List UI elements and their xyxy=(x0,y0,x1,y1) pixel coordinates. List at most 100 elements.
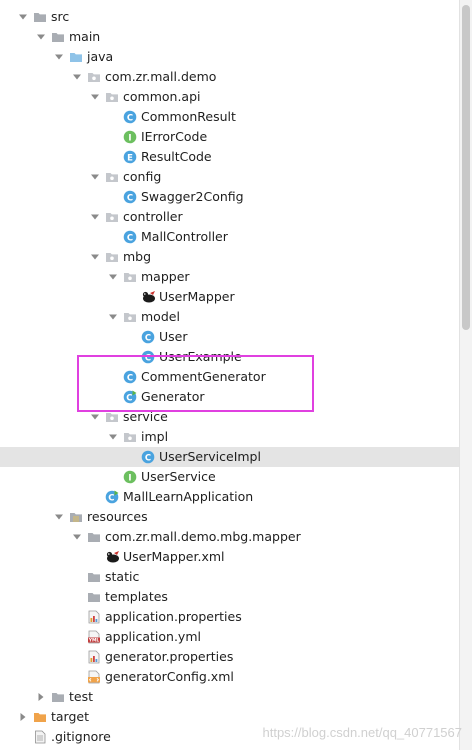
tree-item[interactable]: com.zr.mall.demo.mbg.mapper xyxy=(0,527,460,547)
arrow-spacer xyxy=(72,647,82,667)
enum-icon: E xyxy=(123,150,137,164)
tree-item-label: src xyxy=(51,9,70,24)
tree-item[interactable]: C UserServiceImpl xyxy=(0,447,460,467)
tree-item-label: UserService xyxy=(141,469,216,484)
tree-item-label: test xyxy=(69,689,94,704)
folder-icon xyxy=(33,10,47,24)
tree-item-label: generatorConfig.xml xyxy=(105,669,234,684)
tree-item[interactable]: C Swagger2Config xyxy=(0,187,460,207)
tree-item[interactable]: templates xyxy=(0,587,460,607)
tree-item[interactable]: com.zr.mall.demo xyxy=(0,67,460,87)
arrow-spacer xyxy=(72,607,82,627)
tree-item[interactable]: mbg xyxy=(0,247,460,267)
tree-item[interactable]: C User xyxy=(0,327,460,347)
tree-item-label: .gitignore xyxy=(51,729,111,744)
tree-item[interactable]: generator.properties xyxy=(0,647,460,667)
tree-item-label: MallController xyxy=(141,229,228,244)
svg-text:C: C xyxy=(108,493,114,503)
tree-item[interactable]: application.properties xyxy=(0,607,460,627)
class-icon: C xyxy=(123,370,137,384)
tree-item[interactable]: model xyxy=(0,307,460,327)
tree-item[interactable]: src xyxy=(0,7,460,27)
expand-arrow-icon[interactable] xyxy=(72,527,82,547)
tree-item-label: Generator xyxy=(141,389,205,404)
mybatis-icon xyxy=(141,290,155,304)
tree-item-label: application.yml xyxy=(105,629,201,644)
expand-arrow-icon[interactable] xyxy=(90,207,100,227)
watermark: https://blog.csdn.net/qq_40771567 xyxy=(262,725,463,740)
arrow-spacer xyxy=(90,547,100,567)
svg-text:I: I xyxy=(128,473,131,483)
svg-text:C: C xyxy=(127,233,133,243)
tree-item-label: impl xyxy=(141,429,169,444)
arrow-spacer xyxy=(108,467,118,487)
tree-item[interactable]: test xyxy=(0,687,460,707)
tree-item[interactable]: main xyxy=(0,27,460,47)
expand-arrow-icon[interactable] xyxy=(90,87,100,107)
tree-item-label: ResultCode xyxy=(141,149,212,164)
file-icon xyxy=(33,730,47,744)
tree-item-label: generator.properties xyxy=(105,649,234,664)
vertical-scrollbar[interactable] xyxy=(459,0,472,750)
tree-item-label: main xyxy=(69,29,101,44)
expand-arrow-icon[interactable] xyxy=(90,247,100,267)
tree-item[interactable]: impl xyxy=(0,427,460,447)
tree-item[interactable]: service xyxy=(0,407,460,427)
tree-item[interactable]: E ResultCode xyxy=(0,147,460,167)
tree-item-label: UserExample xyxy=(159,349,242,364)
tree-item-label: static xyxy=(105,569,140,584)
tree-item-label: MallLearnApplication xyxy=(123,489,254,504)
tree-item[interactable]: controller xyxy=(0,207,460,227)
folder-icon xyxy=(51,30,65,44)
tree-item-label: CommentGenerator xyxy=(141,369,266,384)
expand-arrow-icon[interactable] xyxy=(72,67,82,87)
package-icon xyxy=(123,430,137,444)
scrollbar-thumb[interactable] xyxy=(462,5,470,330)
arrow-spacer xyxy=(126,327,136,347)
tree-item[interactable]: C CommentGenerator xyxy=(0,367,460,387)
tree-item-label: model xyxy=(141,309,180,324)
arrow-spacer xyxy=(72,567,82,587)
properties-file-icon xyxy=(87,650,101,664)
yml-file-icon: YML xyxy=(87,630,101,644)
collapse-arrow-icon[interactable] xyxy=(36,687,46,707)
class-icon: C xyxy=(141,450,155,464)
expand-arrow-icon[interactable] xyxy=(108,427,118,447)
tree-item[interactable]: YML application.yml xyxy=(0,627,460,647)
tree-item[interactable]: common.api xyxy=(0,87,460,107)
arrow-spacer xyxy=(108,147,118,167)
package-icon xyxy=(105,250,119,264)
expand-arrow-icon[interactable] xyxy=(90,167,100,187)
tree-item[interactable]: C CommonResult xyxy=(0,107,460,127)
tree-item[interactable]: UserMapper xyxy=(0,287,460,307)
expand-arrow-icon[interactable] xyxy=(108,267,118,287)
tree-item[interactable]: I IErrorCode xyxy=(0,127,460,147)
tree-item[interactable]: java xyxy=(0,47,460,67)
expand-arrow-icon[interactable] xyxy=(54,507,64,527)
tree-item[interactable]: mapper xyxy=(0,267,460,287)
tree-item[interactable]: target xyxy=(0,707,460,727)
collapse-arrow-icon[interactable] xyxy=(18,707,28,727)
package-icon xyxy=(105,210,119,224)
svg-text:C: C xyxy=(145,453,151,463)
expand-arrow-icon[interactable] xyxy=(18,7,28,27)
tree-item[interactable]: I UserService xyxy=(0,467,460,487)
tree-item[interactable]: UserMapper.xml xyxy=(0,547,460,567)
tree-item[interactable]: config xyxy=(0,167,460,187)
tree-item-label: User xyxy=(159,329,188,344)
project-tree: src main java com.zr.mall.demo common.api C Co… xyxy=(0,0,460,750)
arrow-spacer xyxy=(72,627,82,647)
expand-arrow-icon[interactable] xyxy=(90,407,100,427)
expand-arrow-icon[interactable] xyxy=(36,27,46,47)
tree-item[interactable]: C MallLearnApplication xyxy=(0,487,460,507)
tree-item[interactable]: resources xyxy=(0,507,460,527)
expand-arrow-icon[interactable] xyxy=(54,47,64,67)
tree-item[interactable]: static xyxy=(0,567,460,587)
tree-item[interactable]: C UserExample xyxy=(0,347,460,367)
tree-item-label: java xyxy=(87,49,114,64)
package-icon xyxy=(87,70,101,84)
tree-item[interactable]: C MallController xyxy=(0,227,460,247)
expand-arrow-icon[interactable] xyxy=(108,307,118,327)
tree-item[interactable]: C Generator xyxy=(0,387,460,407)
tree-item[interactable]: generatorConfig.xml xyxy=(0,667,460,687)
